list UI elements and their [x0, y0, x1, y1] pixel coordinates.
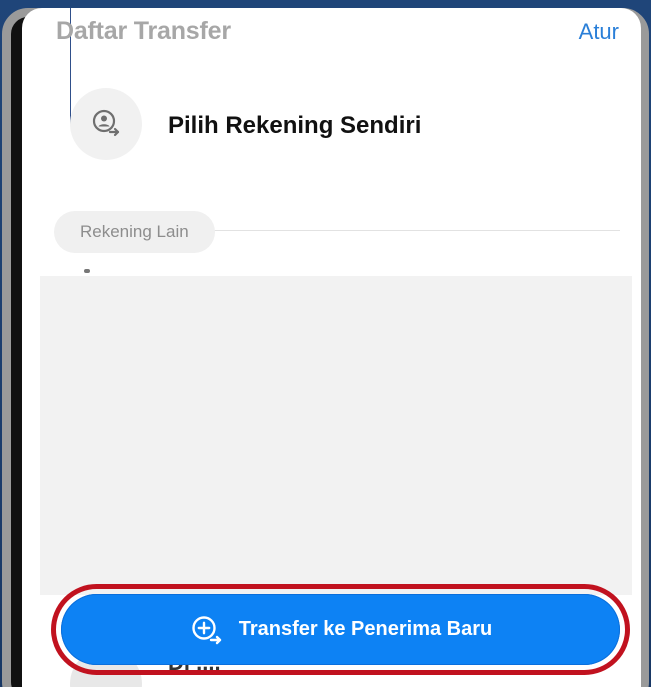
section-divider: Rekening Lain	[54, 211, 620, 253]
section-label-pill: Rekening Lain	[54, 211, 215, 253]
partial-list-marker	[84, 269, 90, 273]
transfer-list-screen: Daftar Transfer Atur Pilih Rekening Send…	[22, 8, 641, 687]
app-stage: Daftar Transfer Atur Pilih Rekening Send…	[0, 0, 651, 687]
add-transfer-icon	[189, 613, 223, 647]
recipient-list-area	[40, 276, 632, 595]
select-own-account-label: Pilih Rekening Sendiri	[168, 112, 422, 139]
transfer-new-recipient-label: Transfer ke Penerima Baru	[238, 618, 493, 640]
select-own-account-row[interactable]: Pilih Rekening Sendiri	[70, 88, 610, 162]
transfer-new-recipient-button[interactable]: Transfer ke Penerima Baru	[61, 594, 620, 665]
person-transfer-icon	[70, 88, 142, 160]
page-title: Daftar Transfer	[56, 17, 231, 45]
edit-link[interactable]: Atur	[579, 19, 619, 45]
divider-line	[204, 230, 620, 231]
